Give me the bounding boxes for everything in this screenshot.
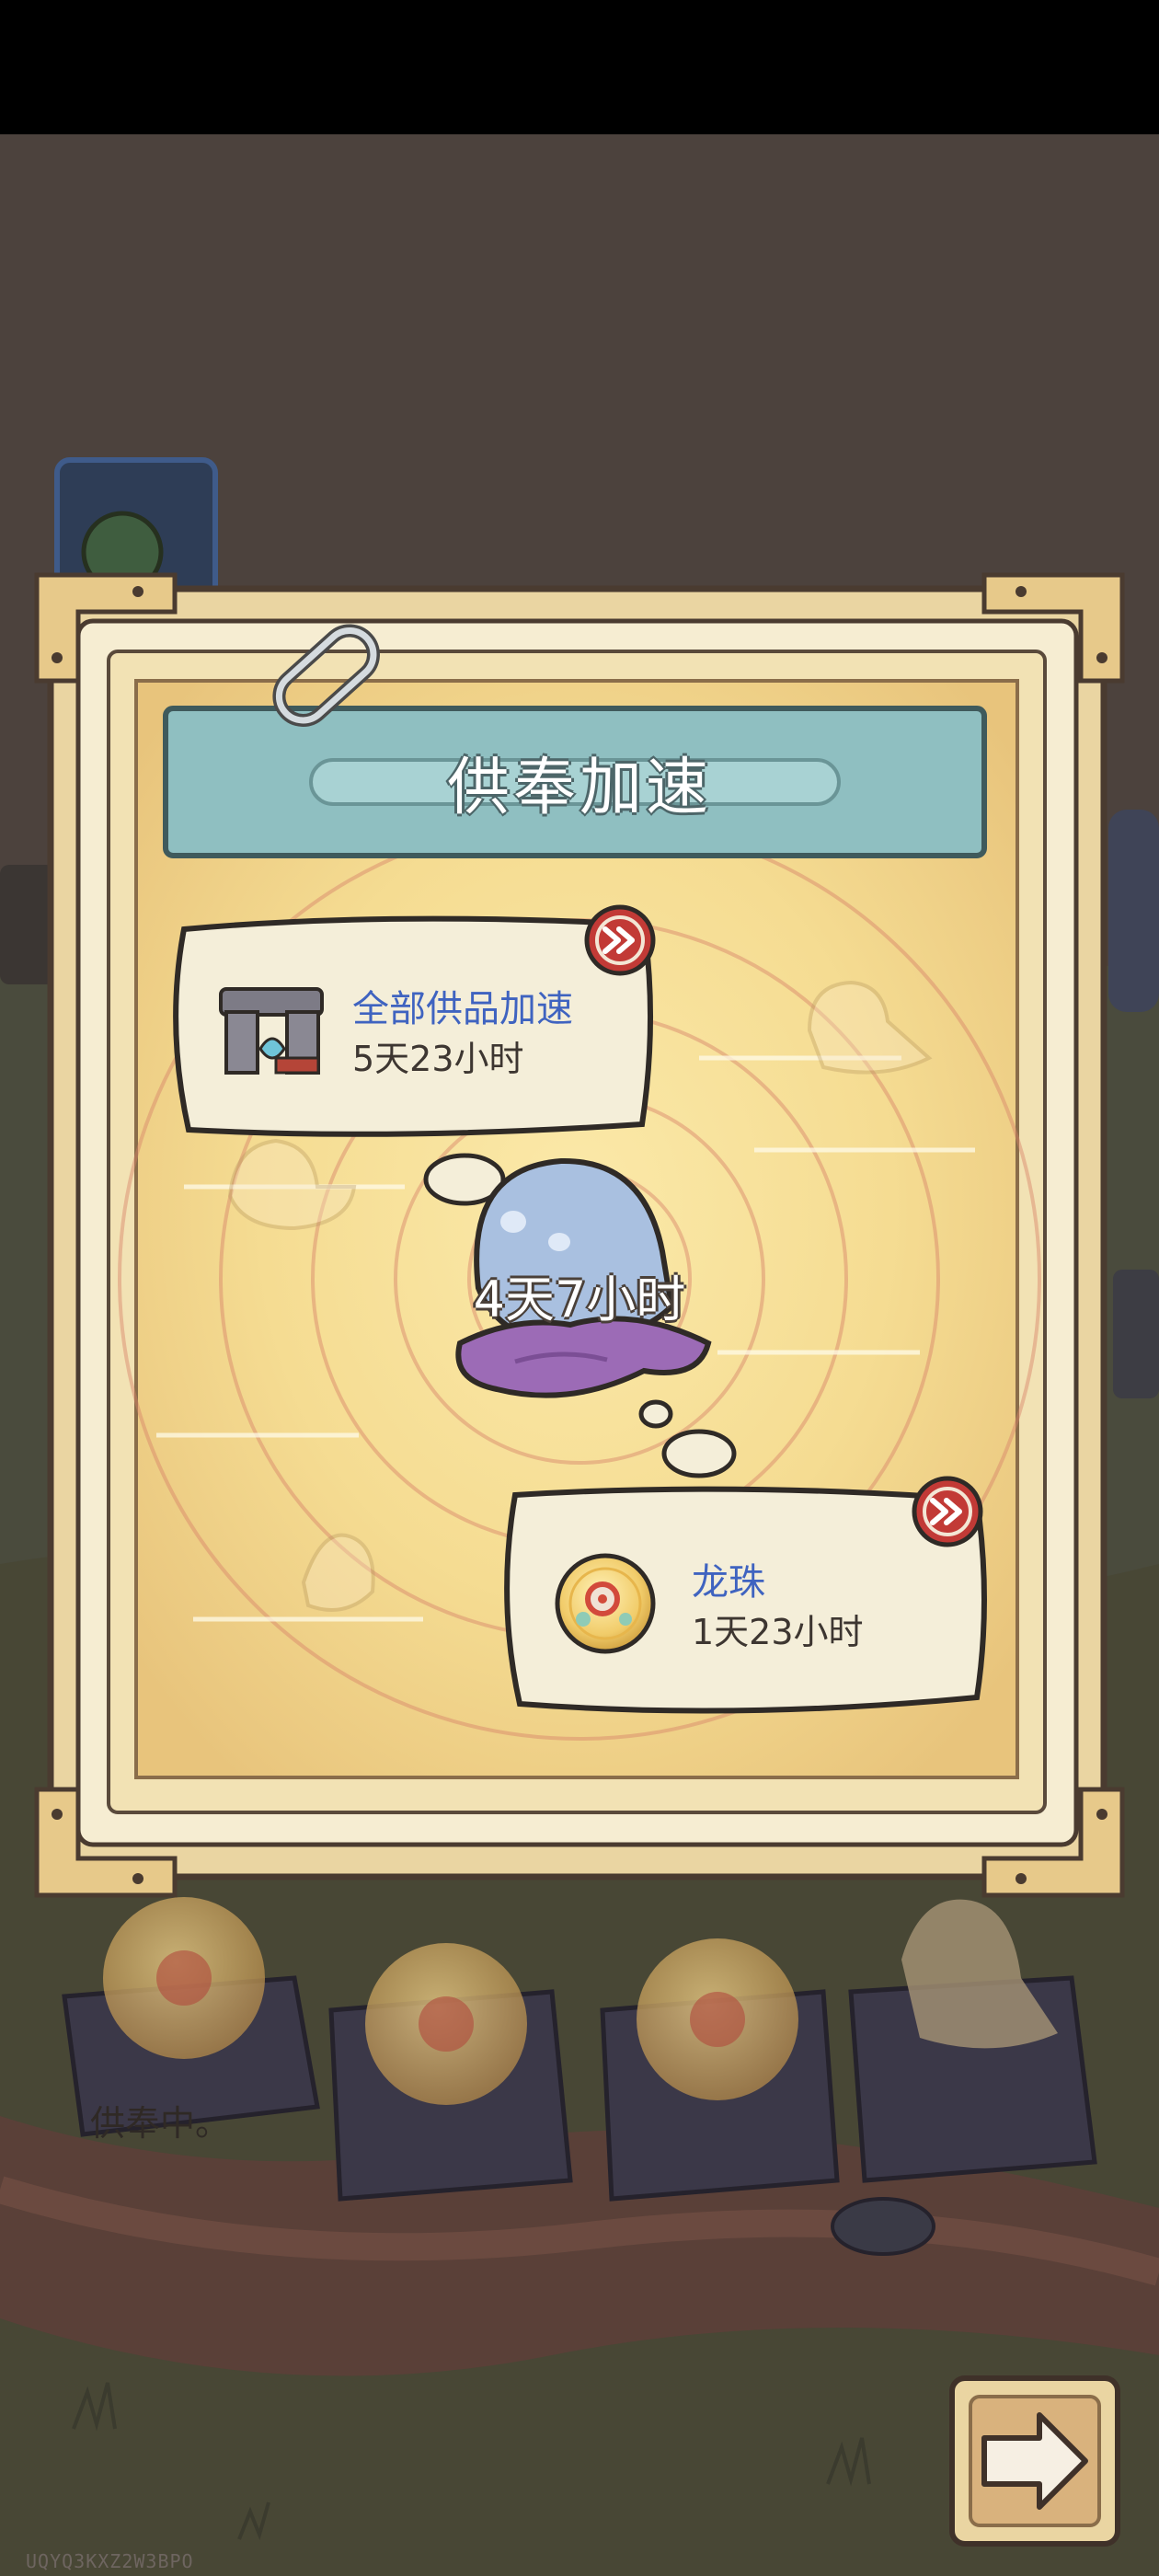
dragon-pearl-label: 龙珠 [692, 1561, 765, 1604]
dragon-pearl-icon [555, 1553, 656, 1654]
top-status-bar [0, 0, 1159, 134]
watermark: UQYQ3KXZ2W3BPO [26, 2550, 194, 2572]
next-button[interactable] [949, 2375, 1120, 2547]
panel-title: 供奉加速 [446, 752, 712, 824]
fast-forward-icon[interactable] [584, 904, 656, 976]
all-offerings-time: 5天23小时 [352, 1039, 524, 1079]
fast-forward-icon[interactable] [912, 1476, 983, 1547]
offering-status: 供奉中。 [90, 2103, 231, 2144]
remaining-time: 4天7小时 [473, 1271, 686, 1328]
dragon-pearl-time: 1天23小时 [692, 1612, 864, 1652]
all-offerings-label: 全部供品加速 [352, 988, 573, 1030]
stone-rock [831, 2197, 935, 2256]
